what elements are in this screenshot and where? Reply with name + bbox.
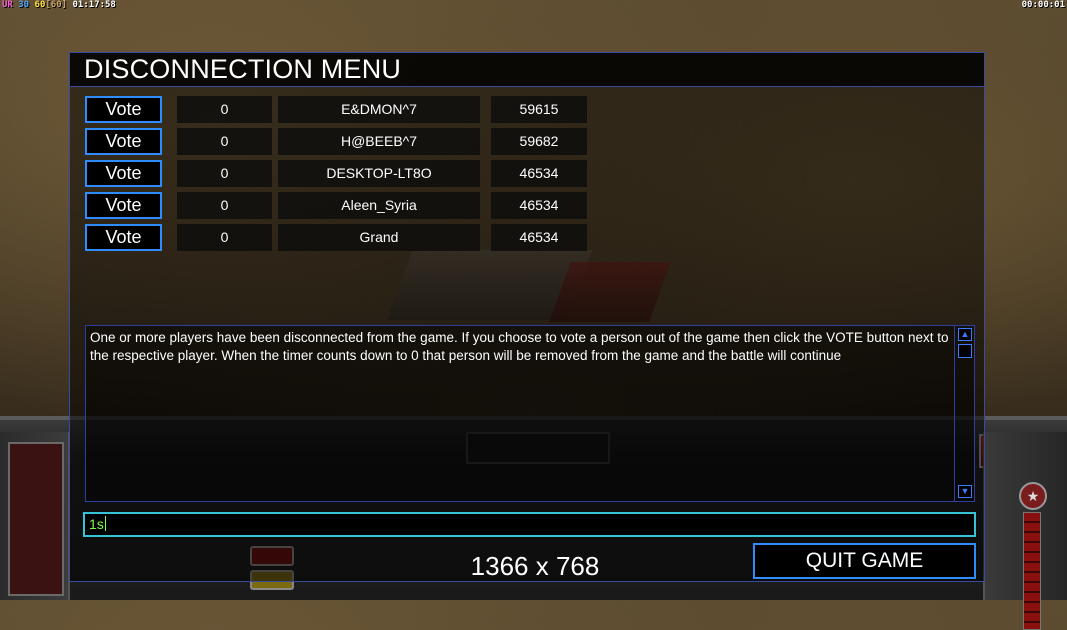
vote-button[interactable]: Vote	[85, 160, 162, 187]
vote-button[interactable]: Vote	[85, 128, 162, 155]
dialog-title-bar: DISCONNECTION MENU	[70, 53, 984, 87]
vote-count: 0	[177, 128, 272, 155]
message-scrollbar[interactable]: ▲ ▼	[954, 326, 974, 501]
player-name: E&DMON^7	[278, 96, 480, 123]
stats-time: 01:17:58	[72, 0, 116, 10]
scroll-thumb[interactable]	[958, 344, 972, 358]
player-ping: 59615	[491, 96, 587, 123]
dialog-title: DISCONNECTION MENU	[84, 54, 402, 84]
power-bar	[1023, 512, 1041, 630]
status-overlay: UR 30 60[60] 01:17:58 00:00:01	[0, 0, 1067, 12]
player-ping: 46534	[491, 224, 587, 251]
scroll-down-icon[interactable]: ▼	[958, 485, 972, 498]
chat-input-value: 1s	[89, 516, 104, 532]
chat-input[interactable]: 1s	[83, 512, 976, 537]
disconnect-message: One or more players have been disconnect…	[90, 330, 949, 363]
vote-button[interactable]: Vote	[85, 224, 162, 251]
player-name: Aleen_Syria	[278, 192, 480, 219]
stats-fps-a: 30	[18, 0, 30, 10]
player-ping: 46534	[491, 192, 587, 219]
hud-left-screen	[8, 442, 64, 596]
stats-bracket-close: ]	[61, 0, 68, 10]
text-caret	[104, 516, 106, 531]
game-clock: 00:00:01	[1021, 0, 1065, 10]
message-box: One or more players have been disconnect…	[85, 325, 975, 502]
disconnection-dialog: DISCONNECTION MENU Vote 0 E&DMON^7 59615…	[69, 52, 985, 582]
vote-button[interactable]: Vote	[85, 96, 162, 123]
star-icon: ★	[1019, 482, 1047, 510]
stats-fps-b: 60	[34, 0, 46, 10]
resolution-label: 1366 x 768	[470, 551, 600, 581]
scroll-up-icon[interactable]: ▲	[958, 328, 972, 341]
vote-count: 0	[177, 224, 272, 251]
quit-game-button[interactable]: QUIT GAME	[753, 543, 976, 579]
stats-ur: UR	[2, 0, 13, 10]
player-name: H@BEEB^7	[278, 128, 480, 155]
vote-count: 0	[177, 160, 272, 187]
hud-right-panel: ★	[983, 432, 1067, 630]
player-name: Grand	[278, 224, 480, 251]
player-name: DESKTOP-LT8O	[278, 160, 480, 187]
fps-stats: UR 30 60[60] 01:17:58	[2, 0, 116, 10]
player-ping: 59682	[491, 128, 587, 155]
player-ping: 46534	[491, 160, 587, 187]
stats-fps-cap: 60	[50, 0, 62, 10]
vote-button[interactable]: Vote	[85, 192, 162, 219]
vote-count: 0	[177, 192, 272, 219]
vote-count: 0	[177, 96, 272, 123]
hud-left-panel	[0, 432, 70, 600]
